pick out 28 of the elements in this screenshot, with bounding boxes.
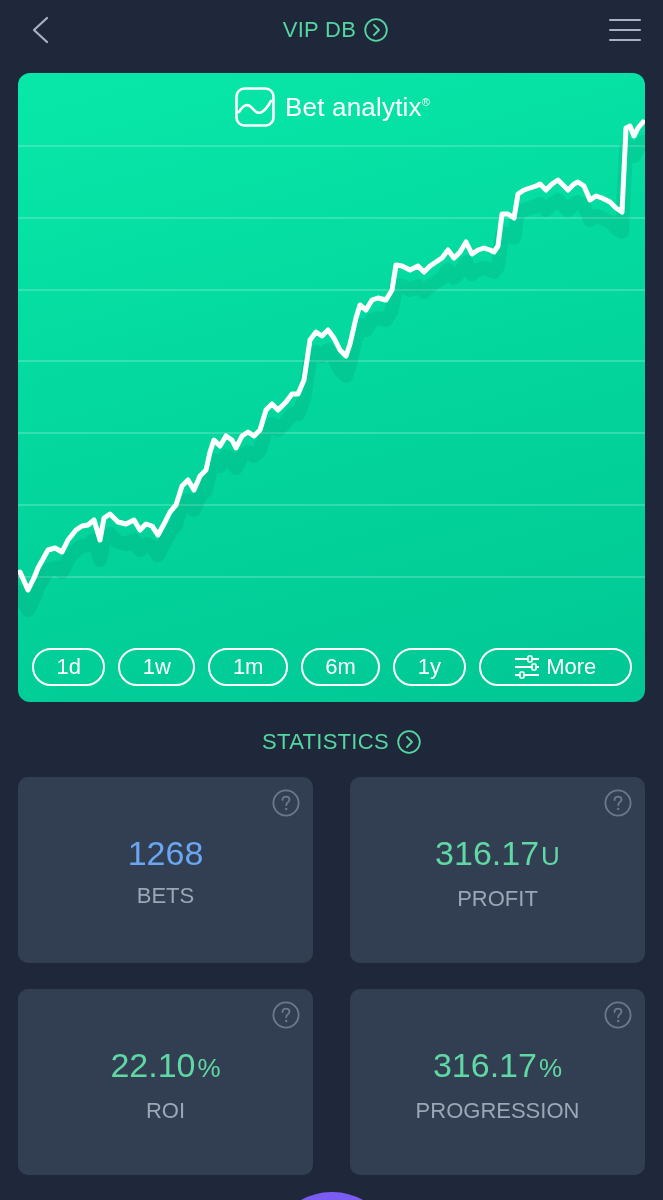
range-button[interactable]: 1d — [32, 648, 106, 686]
back-icon[interactable] — [30, 16, 50, 44]
help-icon[interactable] — [272, 789, 300, 817]
statistics-link[interactable]: STATISTICS — [262, 729, 421, 755]
sliders-icon — [514, 655, 541, 679]
stat-label: PROFIT — [457, 886, 538, 912]
range-button[interactable]: 6m — [300, 648, 381, 686]
floating-button[interactable] — [300, 1192, 363, 1200]
help-icon[interactable] — [272, 1001, 300, 1029]
help-icon[interactable] — [604, 1001, 632, 1029]
chevron-circle-icon — [396, 730, 421, 754]
stat-label: PROGRESSION — [415, 1098, 580, 1124]
range-button[interactable]: 1y — [393, 648, 466, 686]
stat-value: 1268 — [127, 833, 204, 873]
stat-label: ROI — [145, 1098, 186, 1124]
stat-label: BETS — [136, 883, 195, 909]
stat-value: 22.10% — [110, 1045, 221, 1086]
chevron-circle-icon — [364, 18, 389, 42]
stat-value: 316.17U — [435, 833, 560, 874]
menu-icon[interactable] — [609, 19, 641, 41]
more-button[interactable]: More — [478, 648, 632, 686]
range-button[interactable]: 1m — [208, 648, 288, 686]
logo-text: Bet analytix$^{®}$ — [284, 91, 431, 123]
range-button[interactable]: 1w — [118, 648, 196, 686]
help-icon[interactable] — [604, 789, 632, 817]
chart-logo-icon — [234, 87, 275, 127]
stat-value: 316.17% — [432, 1045, 563, 1086]
title-button[interactable]: VIP DB — [282, 17, 389, 43]
